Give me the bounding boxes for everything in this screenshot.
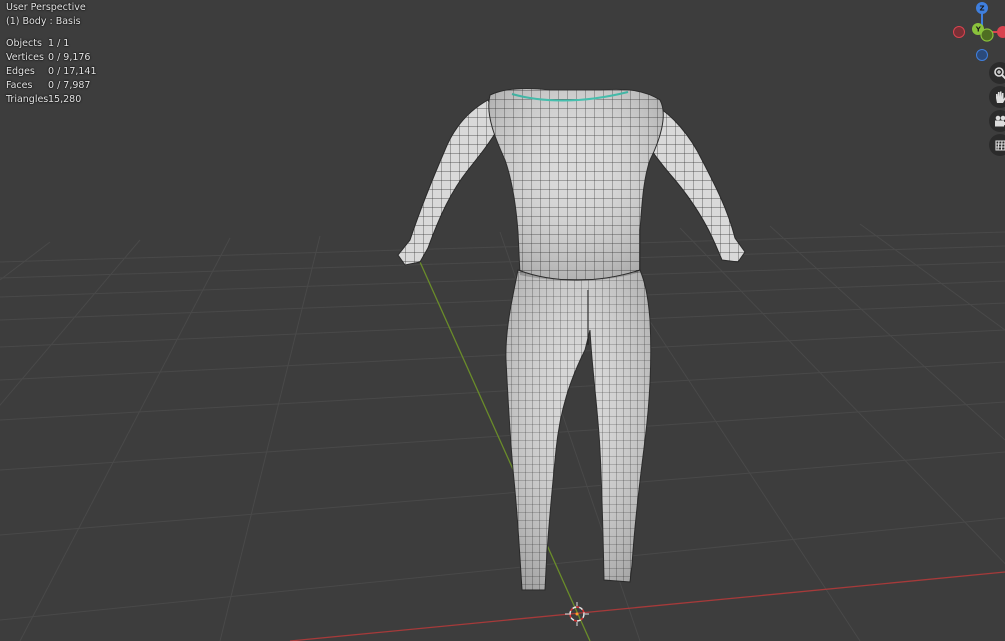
stat-value: 0 / 7,987 xyxy=(48,80,91,91)
stat-value: 15,280 xyxy=(48,94,82,105)
stat-label: Faces xyxy=(6,80,33,91)
gizmo-neg-z[interactable] xyxy=(976,49,988,61)
camera-view-button[interactable] xyxy=(989,110,1005,132)
stat-label: Objects xyxy=(6,38,42,49)
stat-triangles: Triangles 15,280 xyxy=(6,93,97,107)
pan-button[interactable] xyxy=(989,86,1005,108)
active-object-name: (1) Body : Basis xyxy=(6,16,81,27)
stat-objects: Objects 1 / 1 xyxy=(6,37,97,51)
3d-viewport[interactable]: User Perspective (1) Body : Basis Object… xyxy=(0,0,1005,641)
gizmo-neg-y[interactable] xyxy=(980,28,994,42)
stat-label: Edges xyxy=(6,66,35,77)
stat-value: 1 / 1 xyxy=(48,38,70,49)
floor-grid xyxy=(0,223,1005,641)
stat-edges: Edges 0 / 17,141 xyxy=(6,65,97,79)
stat-label: Vertices xyxy=(6,52,44,63)
gizmo-neg-x[interactable] xyxy=(953,26,965,38)
stat-faces: Faces 0 / 7,987 xyxy=(6,79,97,93)
zoom-icon xyxy=(994,67,1005,80)
grid-icon xyxy=(995,140,1005,151)
x-axis-line xyxy=(289,571,1005,641)
stat-label: Triangles xyxy=(6,94,49,105)
gizmo-x[interactable] xyxy=(997,26,1005,38)
navigation-gizmo[interactable]: Z Y xyxy=(945,0,1005,64)
stat-value: 0 / 17,141 xyxy=(48,66,97,77)
view-name: User Perspective xyxy=(6,2,86,13)
hand-icon xyxy=(996,91,1005,103)
body-mesh xyxy=(397,87,746,591)
statistics-overlay: Objects 1 / 1 Vertices 0 / 9,176 Edges 0… xyxy=(6,37,97,107)
viewport-scene[interactable] xyxy=(0,0,1005,641)
gizmo-z-label: Z xyxy=(980,5,985,13)
gizmo-y-label: Y xyxy=(975,26,982,34)
stat-value: 0 / 9,176 xyxy=(48,52,91,63)
ortho-toggle-button[interactable] xyxy=(989,134,1005,156)
3d-cursor[interactable] xyxy=(565,602,589,626)
camera-icon xyxy=(995,115,1005,127)
stat-vertices: Vertices 0 / 9,176 xyxy=(6,51,97,65)
zoom-button[interactable] xyxy=(989,62,1005,84)
